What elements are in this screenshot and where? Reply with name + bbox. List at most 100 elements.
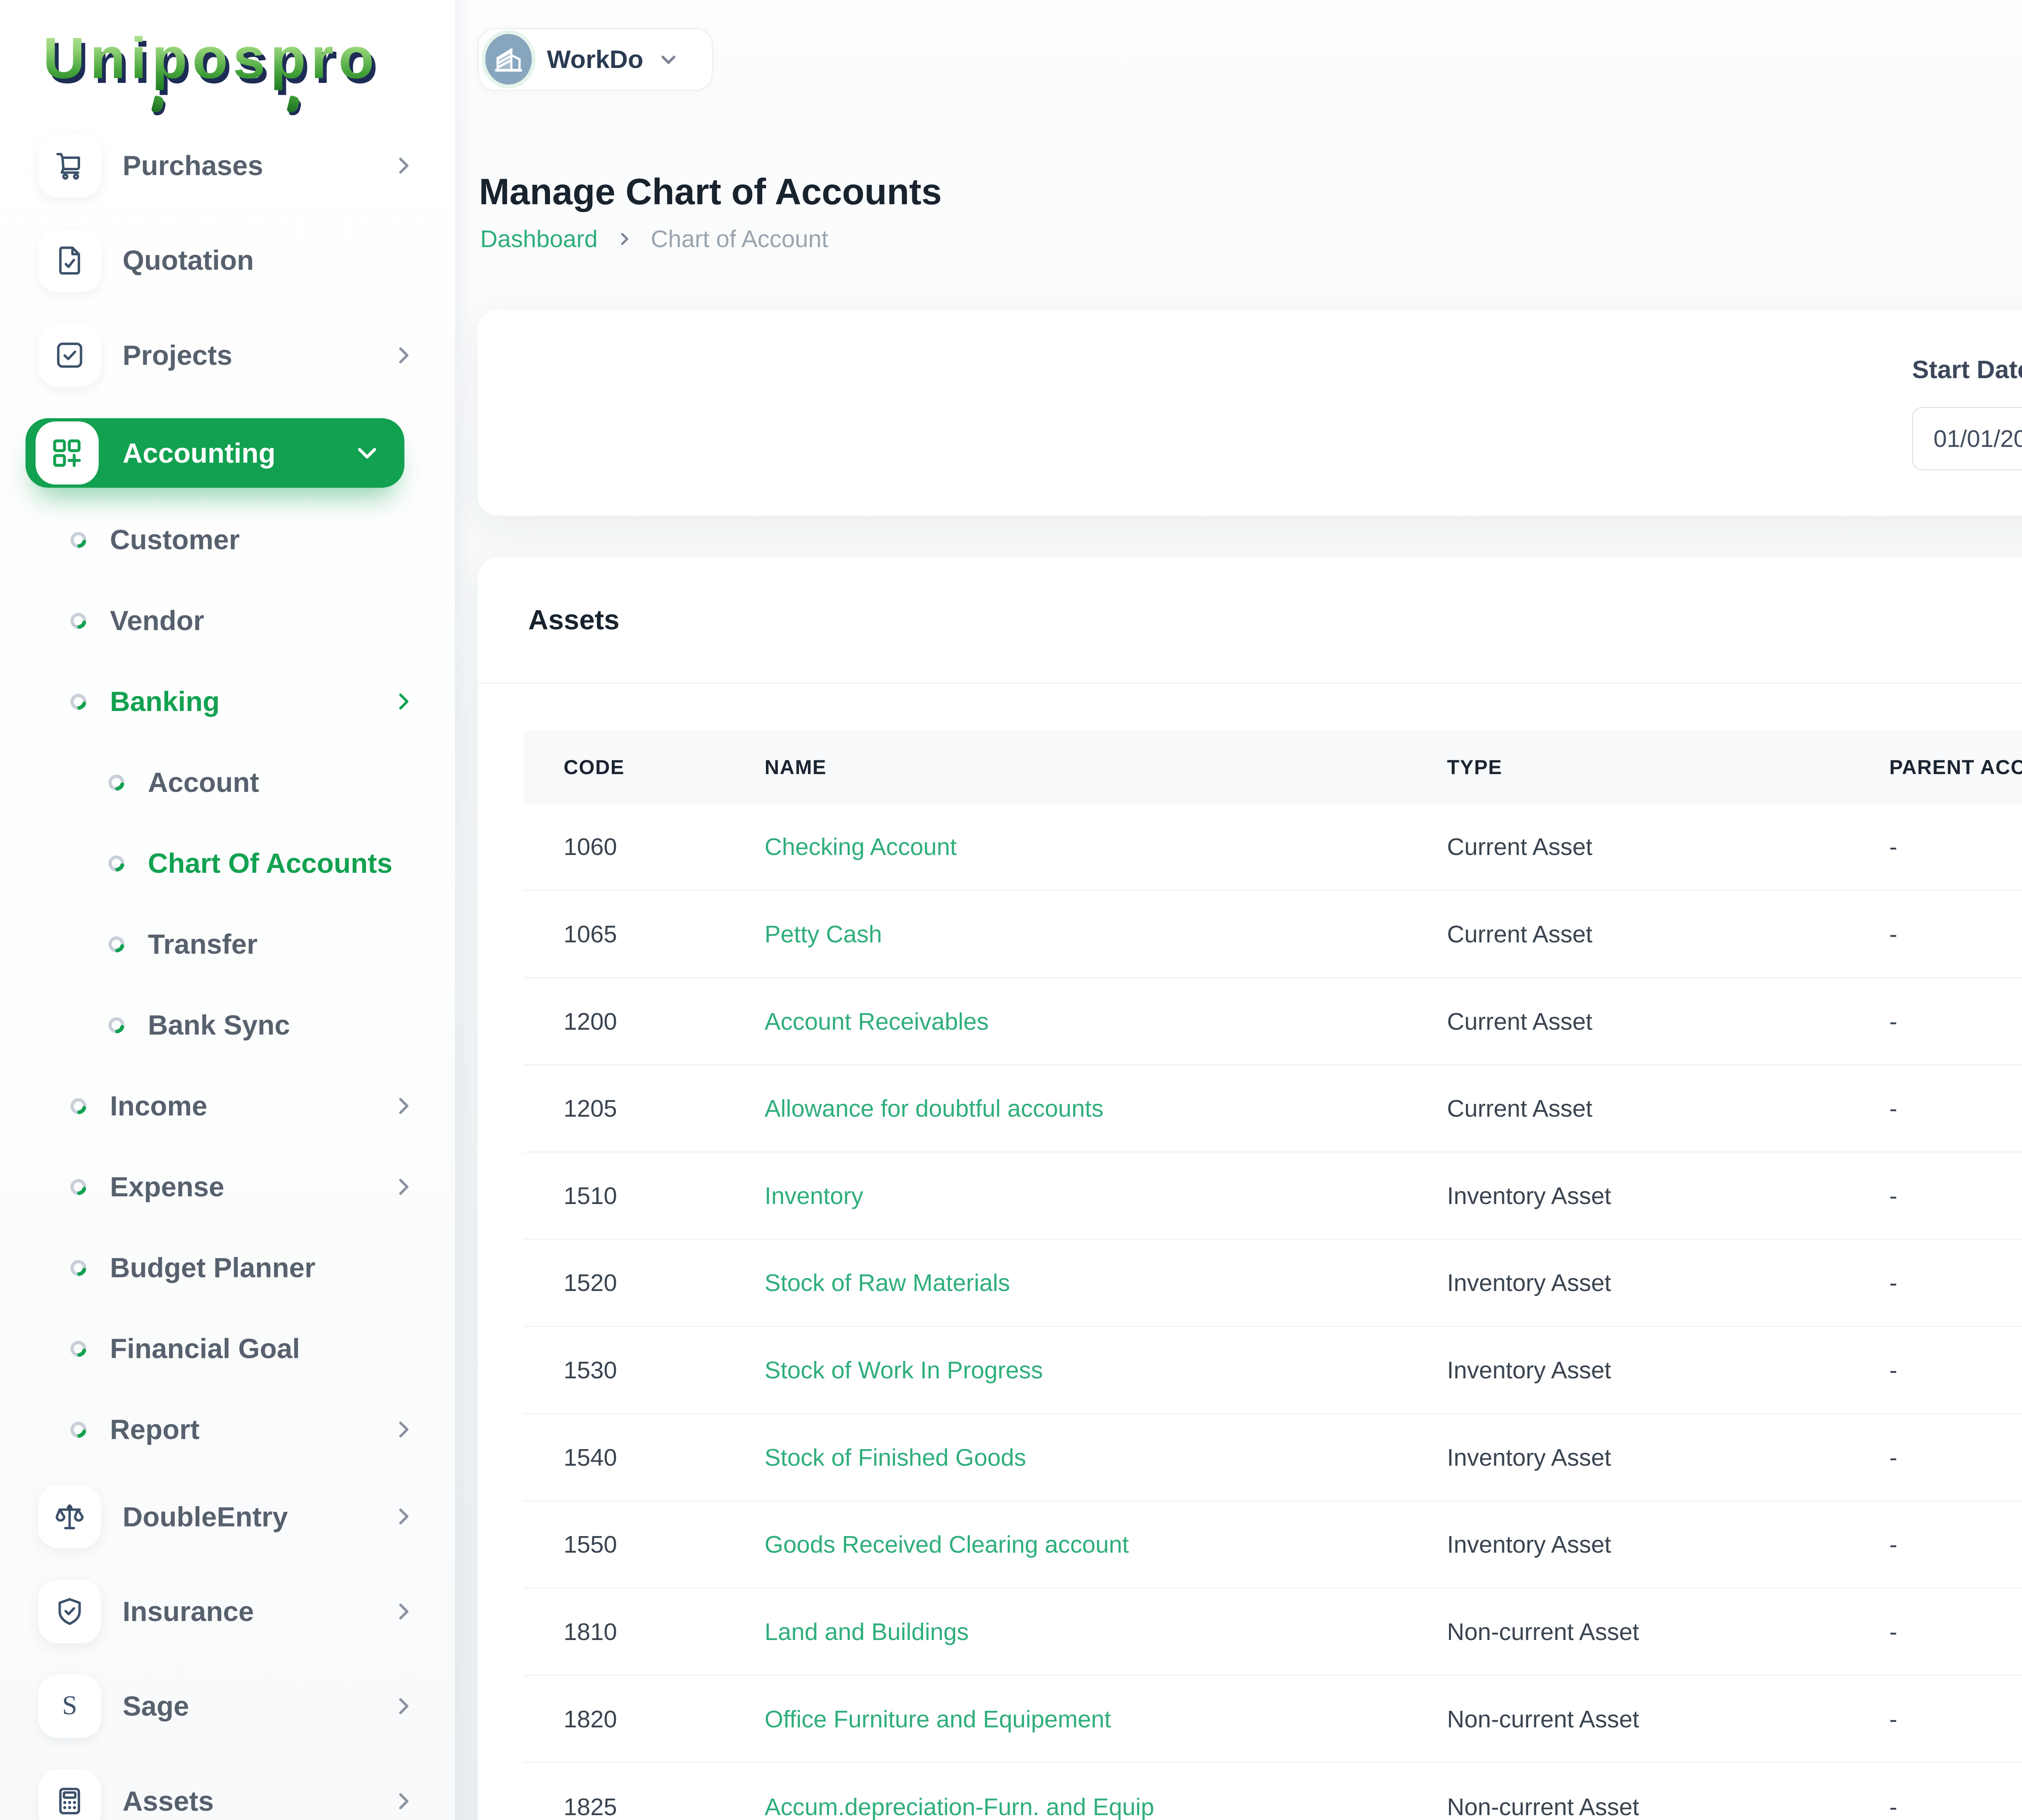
sidebar-item-label: Income bbox=[110, 1090, 393, 1122]
account-name-link[interactable]: Land and Buildings bbox=[765, 1618, 1447, 1646]
start-date-label: Start Date bbox=[1912, 355, 2022, 384]
sidebar-item-label: Sage bbox=[123, 1690, 393, 1722]
account-name-link[interactable]: Account Receivables bbox=[765, 1007, 1447, 1035]
sidebar-item-transfer[interactable]: Transfer bbox=[0, 919, 430, 969]
account-name-link[interactable]: Allowance for doubtful accounts bbox=[765, 1094, 1447, 1122]
sage-icon-box: S bbox=[38, 1675, 101, 1738]
account-name-link[interactable]: Office Furniture and Equipement bbox=[765, 1705, 1447, 1733]
chevron-down-icon bbox=[658, 49, 679, 70]
chevron-right-icon bbox=[393, 691, 415, 712]
sidebar-item-label: Chart Of Accounts bbox=[148, 847, 430, 879]
sidebar-item-chart-of-accounts[interactable]: Chart Of Accounts bbox=[0, 838, 430, 889]
chevron-right-icon bbox=[393, 1790, 415, 1812]
svg-text:S: S bbox=[62, 1690, 77, 1720]
submenu-bullet-icon bbox=[108, 774, 125, 791]
calculator-icon-box bbox=[38, 1769, 101, 1820]
sidebar-item-assets[interactable]: Assets bbox=[38, 1769, 430, 1820]
parent-account-name: - bbox=[1889, 920, 2022, 948]
sidebar-item-report[interactable]: Report bbox=[0, 1404, 430, 1455]
parent-account-name: - bbox=[1889, 1269, 2022, 1297]
sidebar-item-banking[interactable]: Banking bbox=[0, 676, 430, 727]
sidebar-item-account[interactable]: Account bbox=[0, 757, 430, 808]
sidebar-item-accounting[interactable]: Accounting bbox=[25, 418, 405, 488]
building-icon bbox=[492, 43, 525, 76]
workspace-selector[interactable]: WorkDo bbox=[478, 28, 713, 91]
column-header-parent-account-name: PARENT ACCOUNT NAME bbox=[1889, 756, 2022, 779]
account-name-link[interactable]: Petty Cash bbox=[765, 920, 1447, 948]
account-row-1540: 1540Stock of Finished GoodsInventory Ass… bbox=[523, 1414, 2022, 1502]
project-icon-box bbox=[38, 324, 101, 387]
column-header-code: CODE bbox=[564, 756, 765, 779]
sidebar-item-expense[interactable]: Expense bbox=[0, 1162, 430, 1212]
account-row-1510: 1510InventoryInventory Asset--Enabled bbox=[523, 1153, 2022, 1240]
sidebar-item-label: Vendor bbox=[110, 605, 430, 637]
account-name-link[interactable]: Stock of Raw Materials bbox=[765, 1269, 1447, 1297]
insurance-icon bbox=[53, 1594, 87, 1628]
parent-account-name: - bbox=[1889, 1182, 2022, 1210]
sidebar-item-label: Financial Goal bbox=[110, 1333, 430, 1365]
account-row-1205: 1205Allowance for doubtful accountsCurre… bbox=[523, 1065, 2022, 1153]
submenu-bullet-icon bbox=[70, 1178, 87, 1196]
logo-descender-mark bbox=[286, 95, 300, 113]
sidebar-item-quotation[interactable]: Quotation bbox=[38, 229, 430, 292]
assets-icon bbox=[53, 1784, 87, 1818]
page-title: Manage Chart of Accounts bbox=[479, 169, 941, 215]
account-name-link[interactable]: Stock of Work In Progress bbox=[765, 1356, 1447, 1384]
sidebar-item-financial-goal[interactable]: Financial Goal bbox=[0, 1323, 430, 1374]
breadcrumb: Dashboard Chart of Account bbox=[480, 225, 829, 253]
parent-account-name: - bbox=[1889, 1443, 2022, 1471]
account-name-link[interactable]: Stock of Finished Goods bbox=[765, 1443, 1447, 1471]
table-body: 1060Checking AccountCurrent Asset--Enabl… bbox=[523, 804, 2022, 1820]
sidebar-item-income[interactable]: Income bbox=[0, 1081, 430, 1131]
account-row-1825: 1825Accum.depreciation-Furn. and EquipNo… bbox=[523, 1763, 2022, 1820]
chevron-right-icon bbox=[393, 1419, 415, 1440]
account-code: 1510 bbox=[564, 1182, 765, 1210]
parent-account-name: - bbox=[1889, 1007, 2022, 1035]
brand-logo-text: Unipospro bbox=[43, 25, 379, 91]
quote-icon-box bbox=[38, 229, 101, 292]
sidebar-item-label: Expense bbox=[110, 1171, 393, 1203]
account-type: Inventory Asset bbox=[1447, 1269, 1889, 1297]
submenu-bullet-icon bbox=[70, 1340, 87, 1358]
accounts-table: CODENAMETYPEPARENT ACCOUNT NAMEBALANCEST… bbox=[523, 730, 2022, 1820]
sidebar-item-doubleentry[interactable]: DoubleEntry bbox=[38, 1485, 430, 1548]
submenu-bullet-icon bbox=[70, 612, 87, 630]
start-date-input[interactable]: 01/01/2024 bbox=[1912, 407, 2022, 470]
accounts-card: Assets CODENAMETYPEPARENT ACCOUNT NAMEBA… bbox=[478, 557, 2022, 1820]
brand-logo[interactable]: Unipospro Unipospro bbox=[43, 25, 422, 116]
account-code: 1550 bbox=[564, 1530, 765, 1558]
sidebar-item-bank-sync[interactable]: Bank Sync bbox=[0, 1000, 430, 1050]
account-code: 1530 bbox=[564, 1356, 765, 1384]
cart-icon-box bbox=[38, 134, 101, 197]
account-name-link[interactable]: Inventory bbox=[765, 1182, 1447, 1210]
account-code: 1520 bbox=[564, 1269, 765, 1297]
sidebar-item-purchases[interactable]: Purchases bbox=[38, 134, 430, 197]
sidebar-item-label: Projects bbox=[123, 339, 393, 371]
sidebar-item-projects[interactable]: Projects bbox=[38, 324, 430, 387]
app-root: Unipospro Unipospro Purchases Quotation Pr… bbox=[0, 0, 2022, 1820]
breadcrumb-dashboard-link[interactable]: Dashboard bbox=[480, 225, 598, 253]
account-type: Current Asset bbox=[1447, 920, 1889, 948]
sidebar-item-label: Insurance bbox=[123, 1596, 393, 1627]
account-row-1520: 1520Stock of Raw MaterialsInventory Asse… bbox=[523, 1240, 2022, 1327]
account-name-link[interactable]: Goods Received Clearing account bbox=[765, 1530, 1447, 1558]
sidebar-item-label: Transfer bbox=[148, 928, 430, 960]
sidebar-item-customer[interactable]: Customer bbox=[0, 514, 430, 565]
submenu-bullet-icon bbox=[70, 693, 87, 711]
account-code: 1540 bbox=[564, 1443, 765, 1471]
shield-icon-box bbox=[38, 1580, 101, 1643]
sidebar-item-sage[interactable]: S Sage bbox=[38, 1675, 430, 1738]
account-name-link[interactable]: Checking Account bbox=[765, 833, 1447, 861]
account-type: Inventory Asset bbox=[1447, 1530, 1889, 1558]
sidebar-item-budget-planner[interactable]: Budget Planner bbox=[0, 1242, 430, 1293]
sidebar-item-insurance[interactable]: Insurance bbox=[38, 1580, 430, 1643]
chevron-right-icon bbox=[615, 230, 633, 248]
scale-icon-box bbox=[38, 1485, 101, 1548]
parent-account-name: - bbox=[1889, 1530, 2022, 1558]
filter-card: Start Date 01/01/2024 End Date 10/29/202… bbox=[478, 310, 2022, 516]
sidebar-item-vendor[interactable]: Vendor bbox=[0, 595, 430, 646]
sidebar-menu: Purchases Quotation Projects Accounting Cust… bbox=[0, 134, 455, 1820]
breadcrumb-current: Chart of Account bbox=[651, 225, 828, 253]
account-name-link[interactable]: Accum.depreciation-Furn. and Equip bbox=[765, 1793, 1447, 1820]
chevron-right-icon bbox=[393, 1506, 415, 1527]
